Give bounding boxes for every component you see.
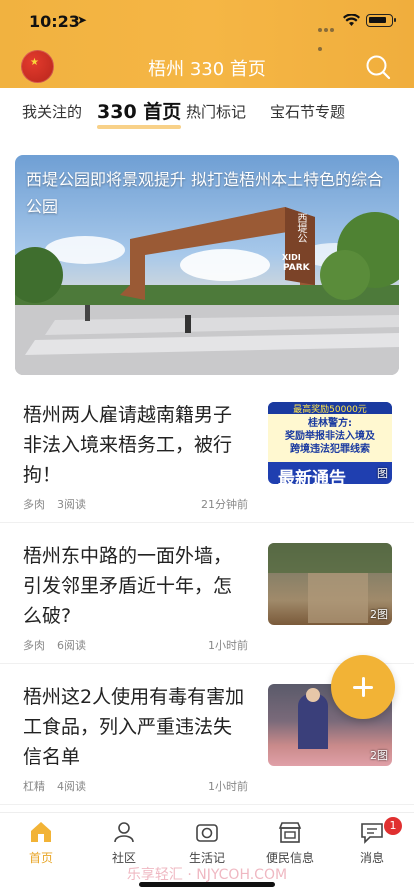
article-meta: 杠精 4阅读	[23, 778, 98, 794]
nav-services[interactable]: 便民信息	[260, 819, 320, 866]
read-count: 6阅读	[57, 639, 86, 652]
article-time: 21分钟前	[201, 498, 248, 511]
battery-icon	[366, 14, 396, 27]
image-count-badge: 2图	[370, 608, 388, 621]
home-indicator[interactable]	[139, 882, 275, 887]
article-title: 梧州这2人使用有毒有害加工食品，列入严重违法失信名单	[23, 686, 245, 768]
message-count-badge: 1	[384, 817, 402, 835]
article-title: 梧州东中路的一面外墙，引发邻里矛盾近十年，怎么破?	[23, 545, 233, 627]
signal-icon	[318, 17, 340, 51]
thumb-notice: 桂林警方: 奖励举报非法入境及 跨境违法犯罪线索	[268, 414, 392, 462]
nav-community[interactable]: 社区	[94, 819, 154, 866]
thumb-line: 跨境违法犯罪线索	[290, 444, 370, 455]
wifi-icon	[343, 14, 360, 26]
list-item[interactable]: 梧州东中路的一面外墙，引发邻里矛盾近十年，怎么破? 多肉 6阅读 1小时前 2图	[0, 523, 414, 664]
article-title: 梧州两人雇请越南籍男子非法入境来梧务工，被行拘！	[23, 404, 233, 486]
nav-label: 社区	[111, 851, 136, 865]
thumb-text: 最高奖励50000元	[268, 402, 392, 415]
nav-label: 生活记	[188, 851, 225, 865]
status-bar: 10:23 ➤	[0, 0, 414, 51]
nav-home[interactable]: 首页	[11, 819, 71, 866]
shop-icon	[278, 822, 302, 843]
watermark: 乐享轻汇 · NJYCOH.COM	[126, 867, 288, 883]
feature-banner[interactable]: 西堤公 XIDI PARK 西堤公园即将景观提升 拟打造梧州本土特色的综合公园	[15, 155, 399, 375]
tab-hot-tags[interactable]: 热门标记	[186, 101, 246, 122]
read-count: 4阅读	[57, 780, 86, 793]
community-icon	[114, 822, 134, 843]
article-time: 1小时前	[208, 780, 248, 793]
thumb-line: 奖励举报非法入境及	[285, 431, 375, 442]
channel-tabs: 我关注的 330 首页 热门标记 宝石节专题	[0, 88, 414, 206]
search-icon[interactable]	[365, 54, 391, 80]
tab-following[interactable]: 我关注的	[22, 101, 82, 122]
tab-home-330[interactable]: 330 首页	[97, 97, 182, 129]
article-meta: 多肉 6阅读	[23, 637, 98, 653]
page-title: 梧州 330 首页	[148, 59, 266, 80]
home-icon	[31, 822, 51, 842]
author: 多肉	[23, 498, 45, 511]
thumb-line: 桂林警方:	[308, 418, 352, 429]
banner-caption: 西堤公园即将景观提升 拟打造梧州本土特色的综合公园	[26, 170, 384, 216]
park-sign-en-2: PARK	[283, 263, 310, 273]
author: 多肉	[23, 639, 45, 652]
nav-label: 便民信息	[265, 851, 314, 865]
thumb-headline: 最新通告	[278, 469, 346, 484]
author: 杠精	[23, 780, 45, 793]
article-meta: 多肉 3阅读	[23, 496, 98, 512]
article-time: 1小时前	[208, 639, 248, 652]
article-thumbnail: 最高奖励50000元 桂林警方: 奖励举报非法入境及 跨境违法犯罪线索 最新通告…	[268, 402, 392, 484]
read-count: 3阅读	[57, 498, 86, 511]
article-thumbnail: 2图	[268, 543, 392, 625]
tab-gem-festival[interactable]: 宝石节专题	[270, 101, 345, 122]
nav-messages[interactable]: 消息 1	[342, 817, 402, 866]
image-count-badge: 2图	[370, 749, 388, 762]
nav-label: 消息	[359, 851, 384, 865]
status-time: 10:23	[29, 12, 80, 31]
add-post-button[interactable]	[331, 655, 395, 719]
top-header: 10:23 ➤ ★ 梧州 330 首页	[0, 0, 414, 88]
camera-icon	[196, 824, 218, 842]
park-sign-en-1: XIDI	[282, 253, 301, 262]
location-arrow-icon: ➤	[77, 13, 88, 27]
nav-life-notes[interactable]: 生活记	[177, 819, 237, 866]
message-icon	[361, 823, 383, 844]
list-item[interactable]: 梧州两人雇请越南籍男子非法入境来梧务工，被行拘！ 多肉 3阅读 21分钟前 最高奖…	[0, 382, 414, 523]
image-count-badge: 图	[377, 467, 388, 480]
nav-label: 首页	[28, 851, 53, 865]
